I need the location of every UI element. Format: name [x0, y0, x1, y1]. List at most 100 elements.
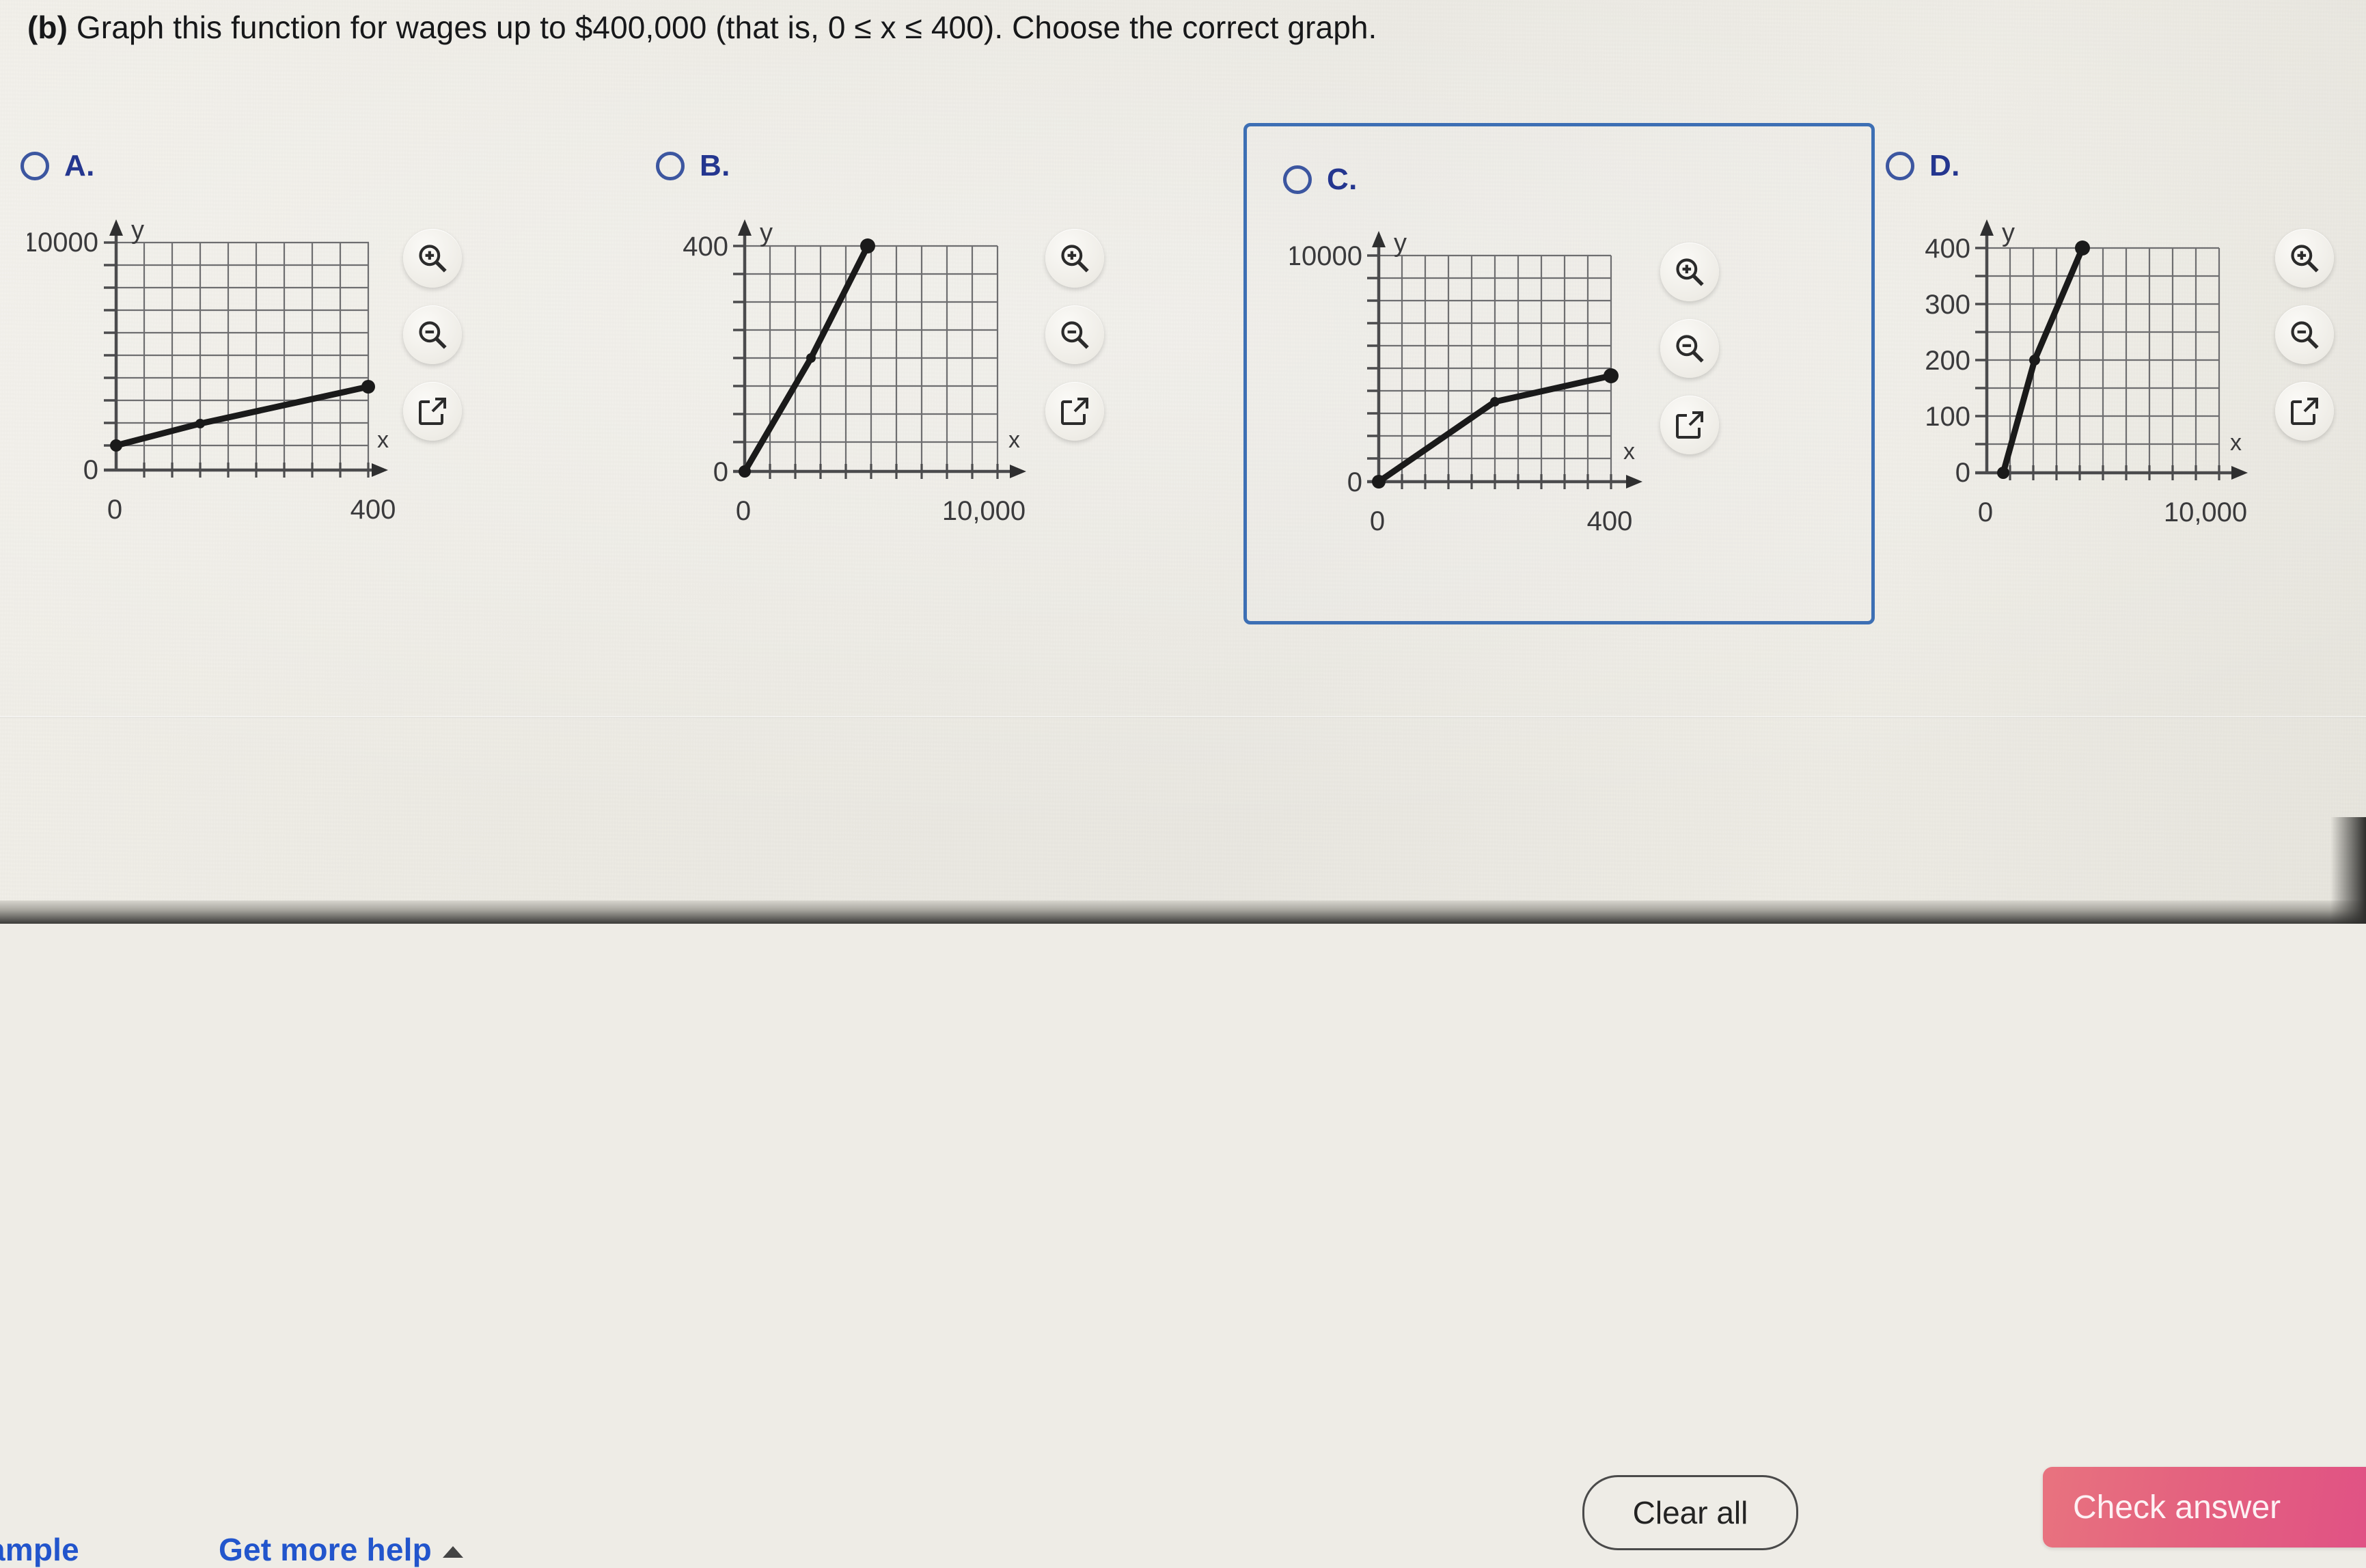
clear-all-button[interactable]: Clear all	[1582, 1475, 1798, 1550]
graph-a-ytick-top: 10000	[27, 228, 98, 258]
graph-b-gridlines	[745, 245, 999, 470]
choice-b-tools[interactable]	[1045, 229, 1104, 441]
screen-bezel-right	[2330, 817, 2366, 924]
graph-d-xtick-zero: 0	[1978, 497, 1993, 527]
graph-c-y-ticks	[1367, 254, 1379, 460]
graph-a-y-arrow	[109, 219, 123, 236]
graph-d-x-arrow	[2231, 466, 2248, 480]
graph-b-ytick-zero: 0	[713, 457, 728, 487]
choice-d-header[interactable]: D.	[1886, 149, 1960, 183]
choice-a-header[interactable]: A.	[20, 149, 95, 183]
answer-choice-b[interactable]: B. 400 0 0 10,000 y x	[635, 123, 1223, 629]
graph-c-ylabel: y	[1394, 229, 1407, 258]
zoom-in-icon[interactable]	[1045, 229, 1104, 288]
graph-d-xtick-max: 10,000	[2164, 497, 2247, 527]
view-example-link[interactable]: ample	[0, 1531, 79, 1568]
graph-a-ytick-zero: 0	[83, 455, 98, 485]
graph-a-y-ticks	[104, 241, 116, 447]
open-in-new-icon[interactable]	[1660, 396, 1719, 454]
graph-d-point-start	[1997, 467, 2009, 479]
open-in-new-icon[interactable]	[403, 382, 462, 441]
graph-a-curve	[113, 383, 372, 449]
graph-b-y-arrow	[738, 219, 752, 236]
radio-button-d[interactable]	[1886, 152, 1914, 180]
caret-up-icon	[442, 1546, 463, 1558]
footer-bar: ample Get more help Clear all Check answ…	[0, 718, 2366, 1567]
zoom-out-icon[interactable]	[403, 305, 462, 364]
graph-a-svg: 10000 0 0 400 y x	[23, 216, 396, 525]
zoom-in-icon[interactable]	[2275, 229, 2334, 288]
graph-b-xlabel: x	[1008, 427, 1020, 453]
graph-c-xtick-max: 400	[1587, 506, 1633, 536]
choice-b-header[interactable]: B.	[656, 149, 730, 183]
choice-a-tools[interactable]	[403, 229, 462, 441]
graph-c-ytick-top: 10000	[1290, 241, 1362, 271]
graph-b-point-kink	[806, 353, 816, 363]
graph-c-point-end	[1604, 368, 1619, 383]
zoom-in-icon[interactable]	[1660, 243, 1719, 301]
question-prompt-text: Graph this function for wages up to $400…	[68, 10, 1377, 45]
graph-d-point-end	[2075, 240, 2090, 256]
zoom-in-icon[interactable]	[403, 229, 462, 288]
open-in-new-icon[interactable]	[2275, 382, 2334, 441]
choice-c-letter: C.	[1327, 163, 1358, 196]
question-part-label: (b)	[27, 10, 68, 45]
graph-d-ytick-400: 400	[1925, 234, 1970, 264]
graph-c-x-arrow	[1626, 475, 1642, 489]
answer-choice-d[interactable]: D. 400 300 200 100 0 0 10,000 y x	[1865, 123, 2366, 629]
open-in-new-icon[interactable]	[1045, 382, 1104, 441]
get-more-help-label: Get more help	[219, 1532, 432, 1567]
graph-b-x-arrow	[1010, 465, 1026, 478]
graph-a-xlabel: x	[377, 427, 389, 453]
question-prompt: (b) Graph this function for wages up to …	[27, 8, 1377, 48]
graph-a-xtick-zero: 0	[107, 495, 122, 525]
graph-d-ytick-0: 0	[1955, 458, 1970, 488]
get-more-help-link[interactable]: Get more help	[219, 1531, 463, 1568]
graph-b-ylabel: y	[760, 219, 773, 247]
graph-a-x-arrow	[372, 463, 388, 477]
choice-b-graph: 400 0 0 10,000 y x	[663, 215, 1045, 540]
graph-d-y-ticks	[1975, 247, 1987, 445]
graph-b-point-start	[739, 465, 751, 478]
graph-d-ytick-200: 200	[1925, 346, 1970, 376]
choice-c-tools[interactable]	[1660, 243, 1719, 454]
zoom-out-icon[interactable]	[2275, 305, 2334, 364]
screen-bezel	[0, 900, 2366, 924]
graph-b-xtick-max: 10,000	[942, 496, 1026, 526]
answer-choice-c[interactable]: C. 10000 0 0 400 y x	[1243, 123, 1879, 629]
answer-choice-a[interactable]: A. 10000 0 0 400 y x	[0, 123, 588, 629]
graph-d-ytick-300: 300	[1925, 290, 1970, 320]
graph-b-point-end	[860, 238, 875, 253]
radio-button-a[interactable]	[20, 152, 49, 180]
radio-button-b[interactable]	[656, 152, 685, 180]
graph-c-point-start	[1372, 475, 1386, 489]
radio-button-c[interactable]	[1283, 165, 1312, 194]
graph-d-ylabel: y	[2002, 219, 2015, 247]
graph-d-ytick-100: 100	[1925, 402, 1970, 432]
graph-b-ytick-top: 400	[683, 232, 728, 262]
graph-b-svg: 400 0 0 10,000 y x	[683, 219, 1026, 526]
choice-d-tools[interactable]	[2275, 229, 2334, 441]
choice-b-letter: B.	[700, 149, 730, 182]
graph-a-ylabel: y	[131, 216, 144, 245]
graph-c-xtick-zero: 0	[1370, 506, 1385, 536]
graph-b-xtick-zero: 0	[736, 496, 751, 526]
choice-c-graph: 10000 0 0 400 y x	[1287, 227, 1673, 551]
graph-d-point-kink	[2029, 355, 2040, 366]
zoom-out-icon[interactable]	[1045, 305, 1104, 364]
choice-c-header[interactable]: C.	[1283, 163, 1358, 197]
choice-a-graph: 10000 0 0 400 y x	[23, 215, 396, 540]
graph-d-xlabel: x	[2230, 430, 2242, 456]
zoom-out-icon[interactable]	[1660, 319, 1719, 378]
graph-d-gridlines	[1987, 247, 2220, 472]
graph-a-point-start	[110, 439, 122, 452]
graph-d-y-arrow	[1980, 219, 1994, 236]
graph-c-point-kink	[1490, 397, 1500, 407]
question-page: (b) Graph this function for wages up to …	[0, 0, 2366, 1567]
graph-c-svg: 10000 0 0 400 y x	[1287, 229, 1642, 536]
graph-a-point-end	[361, 380, 375, 394]
graph-c-xlabel: x	[1623, 439, 1635, 465]
choice-d-graph: 400 300 200 100 0 0 10,000 y x	[1884, 215, 2267, 540]
check-answer-button[interactable]: Check answer	[2043, 1467, 2366, 1548]
choice-a-letter: A.	[64, 149, 95, 182]
